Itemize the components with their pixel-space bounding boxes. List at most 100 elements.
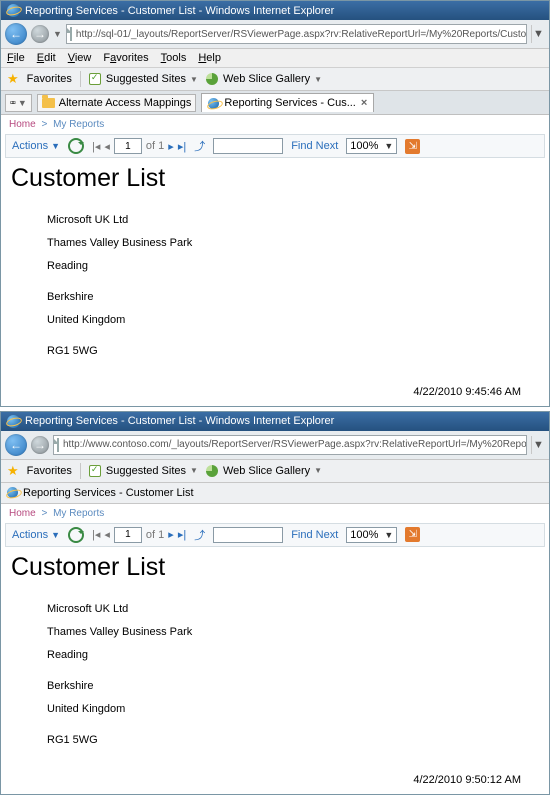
find-input[interactable] <box>213 527 283 543</box>
find-input[interactable] <box>213 138 283 154</box>
page-input[interactable] <box>114 527 142 543</box>
menu-tools[interactable]: Tools <box>161 52 187 64</box>
address-line: Thames Valley Business Park <box>47 621 539 644</box>
quick-tabs-button[interactable]: ▫▫▼ <box>5 94 32 112</box>
tab-label[interactable]: Reporting Services - Customer List <box>23 487 194 499</box>
forward-button[interactable]: → <box>31 25 49 43</box>
breadcrumb-home[interactable]: Home <box>9 508 36 519</box>
page-input[interactable] <box>114 138 142 154</box>
browser-window-1: Reporting Services - Customer List - Win… <box>0 0 550 407</box>
ie-icon <box>7 487 18 498</box>
ie-icon <box>208 98 219 109</box>
favorites-label[interactable]: Favorites <box>27 465 72 477</box>
tabs-row: ▫▫▼ Alternate Access Mappings Reporting … <box>1 91 549 115</box>
suggested-sites-label: Suggested Sites <box>106 73 186 85</box>
export-icon[interactable]: ⇲ <box>405 527 420 542</box>
menu-edit[interactable]: Edit <box>37 52 56 64</box>
ie-icon <box>7 4 20 17</box>
favorites-star-icon[interactable]: ★ <box>7 463 19 479</box>
export-icon[interactable]: ⇲ <box>405 139 420 154</box>
zoom-value: 100% <box>350 140 378 152</box>
address-line: RG1 5WG <box>47 340 539 363</box>
menu-file[interactable]: File <box>7 52 25 64</box>
find-next-link[interactable]: Find Next <box>291 140 338 152</box>
actions-menu[interactable]: Actions ▼ <box>12 529 60 541</box>
refresh-icon[interactable] <box>68 138 84 154</box>
tab-current[interactable]: Reporting Services - Cus... × <box>201 93 374 112</box>
back-parent-icon[interactable]: ⤴ <box>194 527 205 543</box>
back-button[interactable]: ← <box>5 23 27 45</box>
zoom-dropdown[interactable]: 100% ▼ <box>346 527 397 543</box>
pager: |◂ ◂ of 1 ▸ ▸| <box>92 138 186 154</box>
address-bar[interactable]: http://www.contoso.com/_layouts/ReportSe… <box>53 435 527 455</box>
last-page-icon[interactable]: ▸| <box>178 140 186 153</box>
back-parent-icon[interactable]: ⤴ <box>194 138 205 154</box>
chevron-down-icon: ▼ <box>384 141 393 151</box>
page-of: of 1 <box>146 529 164 541</box>
chevron-down-icon: ▼ <box>51 530 60 540</box>
url-dropdown-icon[interactable]: ▼ <box>531 436 545 454</box>
breadcrumb: Home > My Reports <box>1 115 549 134</box>
report-title: Customer List <box>11 164 539 193</box>
first-page-icon: |◂ <box>92 140 100 153</box>
suggested-sites-icon <box>89 465 101 477</box>
web-slice-gallery[interactable]: Web Slice Gallery ▼ <box>206 465 322 477</box>
menu-favorites[interactable]: Favorites <box>103 52 148 64</box>
ie-icon <box>7 415 20 428</box>
url-text: http://www.contoso.com/_layouts/ReportSe… <box>63 439 527 450</box>
last-page-icon[interactable]: ▸| <box>178 528 186 541</box>
menu-view[interactable]: View <box>68 52 92 64</box>
browser-window-2: Reporting Services - Customer List - Win… <box>0 411 550 796</box>
suggested-sites-icon <box>89 73 101 85</box>
zoom-dropdown[interactable]: 100% ▼ <box>346 138 397 154</box>
folder-icon <box>42 98 55 108</box>
breadcrumb-current: My Reports <box>53 119 104 130</box>
chevron-down-icon: ▼ <box>190 466 198 475</box>
suggested-sites[interactable]: Suggested Sites ▼ <box>89 73 198 85</box>
favorites-star-icon[interactable]: ★ <box>7 71 19 87</box>
first-page-icon: |◂ <box>92 528 100 541</box>
tab-alternate-access[interactable]: Alternate Access Mappings <box>37 94 197 112</box>
favorites-bar: ★ Favorites Suggested Sites ▼ Web Slice … <box>1 460 549 483</box>
report-timestamp: 4/22/2010 9:45:46 AM <box>1 380 549 406</box>
address-line: United Kingdom <box>47 698 539 721</box>
breadcrumb-sep: > <box>38 119 50 130</box>
breadcrumb-home[interactable]: Home <box>9 119 36 130</box>
favorites-bar: ★ Favorites Suggested Sites ▼ Web Slice … <box>1 68 549 91</box>
separator <box>80 71 81 87</box>
find-next-link[interactable]: Find Next <box>291 529 338 541</box>
web-slice-gallery[interactable]: Web Slice Gallery ▼ <box>206 73 322 85</box>
suggested-sites[interactable]: Suggested Sites ▼ <box>89 465 198 477</box>
next-page-icon[interactable]: ▸ <box>168 140 174 153</box>
chevron-down-icon: ▼ <box>190 75 198 84</box>
next-page-icon[interactable]: ▸ <box>168 528 174 541</box>
menu-bar: File Edit View Favorites Tools Help <box>1 49 549 68</box>
address-bar[interactable]: http://sql-01/_layouts/ReportServer/RSVi… <box>66 24 527 44</box>
address-line: United Kingdom <box>47 309 539 332</box>
menu-help[interactable]: Help <box>198 52 221 64</box>
url-dropdown-icon[interactable]: ▼ <box>531 25 545 43</box>
tab-bar: Reporting Services - Customer List <box>1 483 549 504</box>
suggested-sites-label: Suggested Sites <box>106 465 186 477</box>
nav-dropdown-icon[interactable]: ▼ <box>53 29 62 39</box>
chevron-down-icon: ▼ <box>314 466 322 475</box>
forward-button[interactable]: → <box>31 436 49 454</box>
tab-label: Alternate Access Mappings <box>59 97 192 109</box>
actions-menu[interactable]: Actions ▼ <box>12 140 60 152</box>
back-button[interactable]: ← <box>5 434 27 456</box>
web-slice-icon <box>206 73 218 85</box>
refresh-icon[interactable] <box>68 527 84 543</box>
pager: |◂ ◂ of 1 ▸ ▸| <box>92 527 186 543</box>
address-line: Berkshire <box>47 675 539 698</box>
separator <box>80 463 81 479</box>
url-text: http://sql-01/_layouts/ReportServer/RSVi… <box>76 29 527 40</box>
address-line: Microsoft UK Ltd <box>47 598 539 621</box>
address-line: Reading <box>47 255 539 278</box>
nav-row: ← → ▼ http://sql-01/_layouts/ReportServe… <box>1 20 549 49</box>
favorites-label[interactable]: Favorites <box>27 73 72 85</box>
chevron-down-icon: ▼ <box>51 141 60 151</box>
tab-label: Reporting Services - Cus... <box>224 97 355 109</box>
close-tab-icon[interactable]: × <box>361 97 367 109</box>
web-slice-label: Web Slice Gallery <box>223 73 310 85</box>
address-line: Berkshire <box>47 286 539 309</box>
